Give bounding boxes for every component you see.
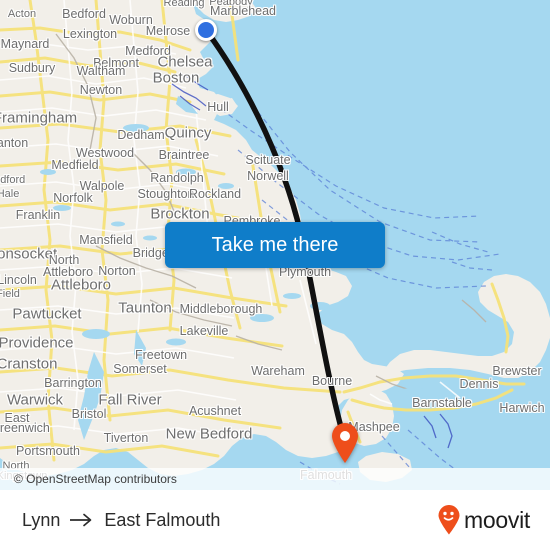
destination-marker[interactable]	[330, 422, 360, 464]
destination-pin-dot	[340, 431, 350, 441]
route-summary: Lynn East Falmouth	[22, 510, 220, 531]
footer-bar: Lynn East Falmouth moovit	[0, 490, 550, 550]
moovit-pin-icon	[438, 505, 460, 535]
arrow-right-icon	[70, 513, 92, 527]
moovit-wordmark: moovit	[464, 506, 530, 533]
take-me-there-button[interactable]: Take me there	[165, 222, 385, 268]
moovit-trip-map-screen: Acton Bedford Woburn Reading Peabody Marblehe…	[0, 0, 550, 550]
origin-marker[interactable]	[195, 19, 217, 41]
map-attribution[interactable]: © OpenStreetMap contributors	[0, 468, 550, 490]
moovit-logo: moovit	[437, 505, 530, 535]
destination-label: East Falmouth	[104, 509, 221, 530]
destination-pin-shape	[332, 423, 358, 463]
map-canvas[interactable]: Acton Bedford Woburn Reading Peabody Marblehe…	[0, 0, 550, 490]
origin-label: Lynn	[22, 509, 61, 530]
